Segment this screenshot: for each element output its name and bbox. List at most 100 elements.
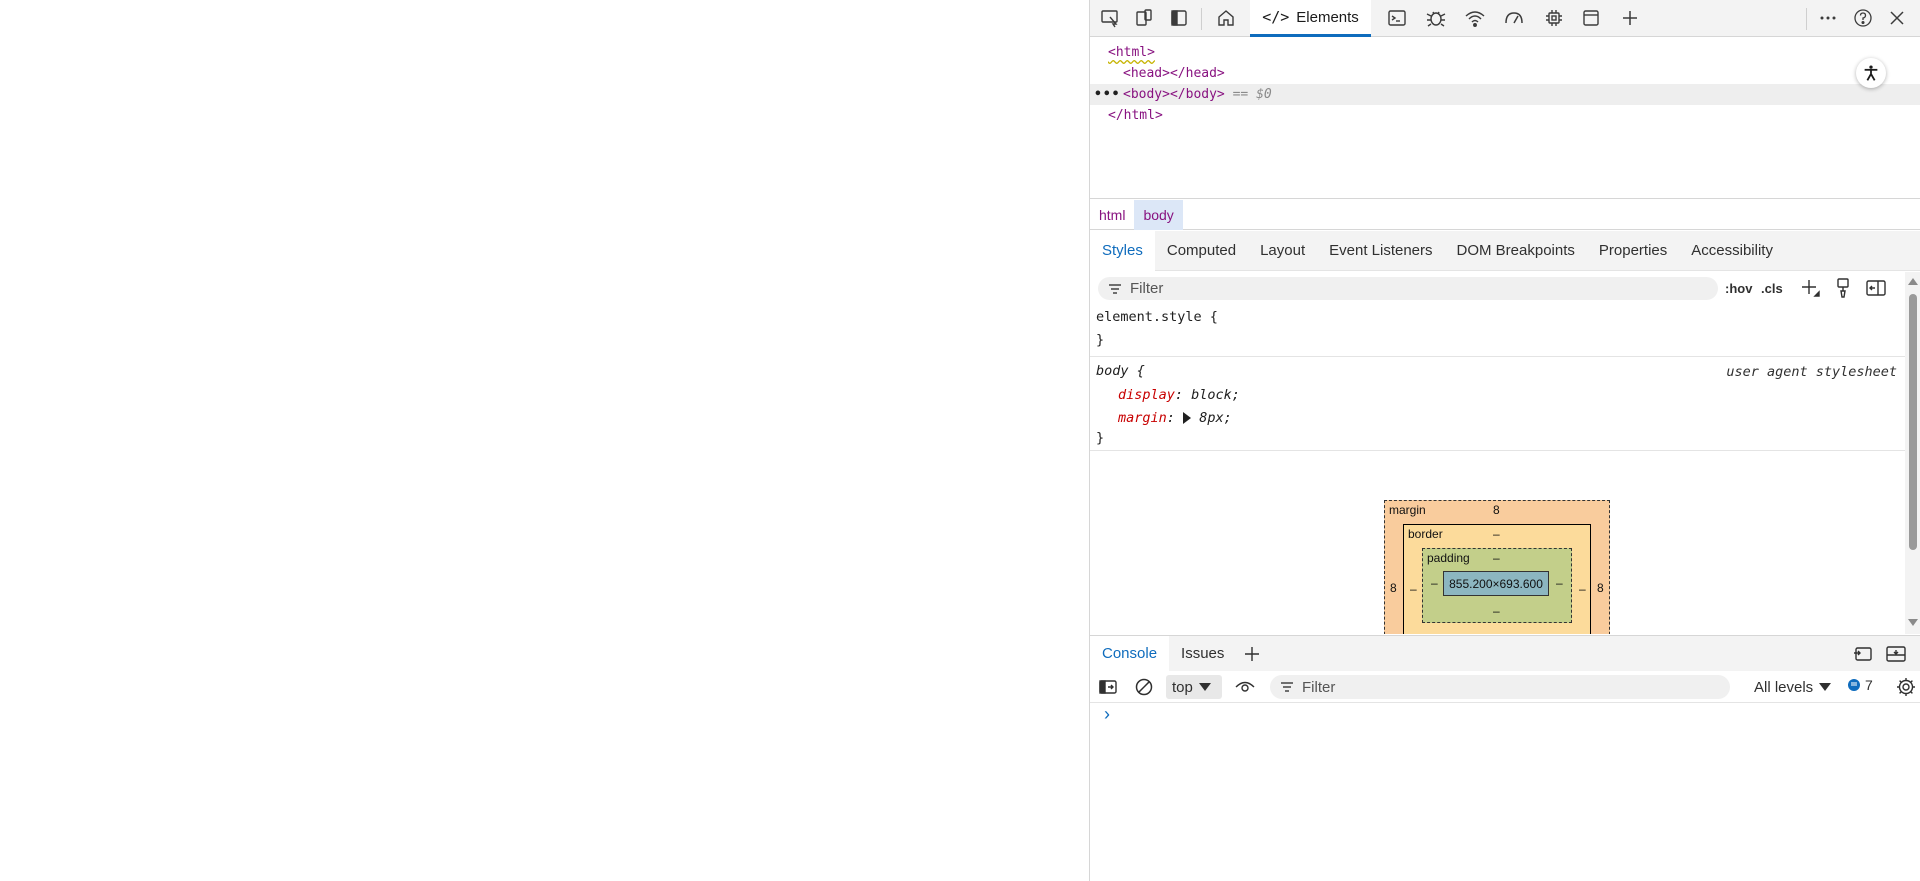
toolbar-separator (1201, 8, 1202, 30)
chevron-down-icon (1819, 683, 1832, 691)
memory-chip-icon[interactable] (1539, 4, 1569, 32)
devtools-panel: </> Elements <html> <head></head> ••• <b… (1089, 0, 1920, 881)
plus-icon[interactable] (1615, 4, 1645, 32)
device-emulation-icon[interactable] (1129, 4, 1159, 32)
tab-properties[interactable]: Properties (1587, 231, 1679, 271)
tab-issues[interactable]: Issues (1169, 636, 1236, 672)
box-model-padding-bottom[interactable]: – (1493, 604, 1500, 618)
toolbar-separator (1806, 8, 1807, 30)
chevron-down-icon (1198, 683, 1211, 691)
tab-elements[interactable]: </> Elements (1250, 0, 1371, 37)
prop-value-margin: 8px; (1199, 410, 1232, 426)
toggle-sidebar-icon[interactable] (1865, 277, 1887, 299)
box-model-border-label: border (1408, 527, 1443, 541)
accessibility-tree-icon[interactable] (1856, 58, 1886, 88)
context-select[interactable]: top (1166, 675, 1222, 699)
prop-name-margin: margin (1118, 410, 1167, 426)
css-property-margin[interactable]: margin: 8px; (1118, 407, 1232, 429)
box-model-border-left[interactable]: – (1410, 582, 1417, 596)
dom-node-head[interactable]: <head></head> (1090, 63, 1920, 84)
inspect-icon[interactable] (1095, 4, 1125, 32)
box-model-border-top[interactable]: – (1493, 527, 1500, 541)
box-model-padding-label: padding (1427, 551, 1470, 565)
devtools-toolbar: </> Elements (1090, 0, 1920, 37)
tab-console[interactable]: Console (1090, 635, 1170, 672)
element-style-close: } (1096, 332, 1105, 348)
breadcrumb: html body (1090, 199, 1920, 230)
tab-computed[interactable]: Computed (1155, 231, 1248, 271)
more-dots-icon[interactable]: ••• (1094, 84, 1120, 105)
code-icon: </> (1262, 8, 1290, 26)
dom-node-body[interactable]: ••• <body></body> == $0 (1090, 84, 1920, 105)
element-style-selector[interactable]: element.style { (1096, 306, 1218, 328)
cls-button[interactable]: .cls (1761, 278, 1783, 300)
box-model-content-size[interactable]: 855.200×693.600 (1443, 571, 1549, 596)
box-model-margin[interactable]: margin 8 8 8 border – – – padding – – – … (1384, 500, 1610, 634)
body-rule-close: } (1096, 430, 1105, 446)
expand-triangle-icon[interactable] (1183, 412, 1192, 424)
breadcrumb-html[interactable]: html (1090, 200, 1134, 230)
dock-sidebar-icon[interactable] (1164, 4, 1194, 32)
console-settings-gear-icon[interactable] (1895, 676, 1917, 698)
styles-filter-row: Filter :hov .cls (1090, 272, 1905, 304)
tag-html-close: </html> (1108, 108, 1163, 123)
dom-node-html-close[interactable]: </html> (1090, 105, 1920, 126)
add-drawer-tab-icon[interactable] (1242, 644, 1262, 664)
undock-drawer-icon[interactable] (1852, 644, 1874, 664)
console-prompt[interactable]: › (1104, 704, 1110, 725)
scroll-down-arrow-icon[interactable] (1908, 619, 1918, 626)
scroll-up-arrow-icon[interactable] (1908, 278, 1918, 285)
tab-dom-breakpoints[interactable]: DOM Breakpoints (1445, 231, 1587, 271)
paint-brush-icon[interactable] (1834, 277, 1852, 299)
scroll-thumb[interactable] (1909, 294, 1917, 550)
help-icon[interactable] (1848, 4, 1878, 32)
bug-icon[interactable] (1421, 4, 1451, 32)
tab-layout[interactable]: Layout (1248, 231, 1317, 271)
tab-accessibility[interactable]: Accessibility (1679, 231, 1785, 271)
close-icon[interactable] (1882, 4, 1912, 32)
live-expression-eye-icon[interactable] (1234, 677, 1256, 697)
dom-node-html[interactable]: <html> (1090, 42, 1920, 63)
box-model-padding-left[interactable]: – (1431, 576, 1438, 590)
box-model-margin-top[interactable]: 8 (1493, 503, 1500, 517)
box-model-border[interactable]: border – – – padding – – – – 855.200×693… (1403, 524, 1591, 634)
box-model-margin-right[interactable]: 8 (1597, 581, 1604, 595)
clear-console-icon[interactable] (1134, 677, 1154, 697)
css-property-display[interactable]: display: block; (1118, 384, 1240, 406)
new-style-rule-icon[interactable] (1799, 277, 1821, 299)
home-icon[interactable] (1211, 4, 1241, 32)
performance-gauge-icon[interactable] (1499, 4, 1529, 32)
network-wifi-icon[interactable] (1460, 4, 1490, 32)
styles-scrollbar[interactable] (1905, 272, 1920, 634)
console-filter-input[interactable]: Filter (1270, 675, 1730, 699)
box-model-padding[interactable]: padding – – – – 855.200×693.600 (1422, 548, 1572, 623)
styles-pane: Filter :hov .cls element.style { } body … (1090, 272, 1905, 634)
filter-icon (1108, 283, 1122, 295)
application-panel-icon[interactable] (1576, 4, 1606, 32)
box-model-padding-top[interactable]: – (1493, 551, 1500, 565)
hov-button[interactable]: :hov (1725, 278, 1752, 300)
close-drawer-icon[interactable] (1885, 644, 1907, 664)
console-sidebar-icon[interactable] (1098, 677, 1118, 697)
box-model-margin-left[interactable]: 8 (1390, 581, 1397, 595)
drawer-tabs: Console Issues (1090, 635, 1920, 672)
tag-head-open: <head> (1123, 66, 1170, 81)
tab-styles[interactable]: Styles (1090, 230, 1155, 271)
context-select-value: top (1172, 678, 1193, 696)
issues-count-badge[interactable]: 7 (1847, 677, 1873, 693)
breadcrumb-body[interactable]: body (1134, 199, 1183, 230)
prop-name-display: display (1118, 387, 1175, 403)
console-toolbar: top Filter All levels 7 (1090, 671, 1920, 703)
box-model-padding-right[interactable]: – (1556, 576, 1563, 590)
tab-elements-label: Elements (1296, 8, 1359, 26)
body-ua-rule: body { user agent stylesheet display: bl… (1090, 358, 1905, 451)
body-rule-selector[interactable]: body { (1096, 360, 1145, 382)
filter-icon (1280, 681, 1294, 693)
styles-filter-input[interactable]: Filter (1098, 277, 1718, 300)
tag-body-open: <body> (1123, 87, 1170, 102)
log-levels-dropdown[interactable]: All levels (1754, 675, 1832, 699)
box-model-border-right[interactable]: – (1579, 582, 1586, 596)
tab-event-listeners[interactable]: Event Listeners (1317, 231, 1444, 271)
more-icon[interactable] (1813, 4, 1843, 32)
console-panel-icon[interactable] (1382, 4, 1412, 32)
